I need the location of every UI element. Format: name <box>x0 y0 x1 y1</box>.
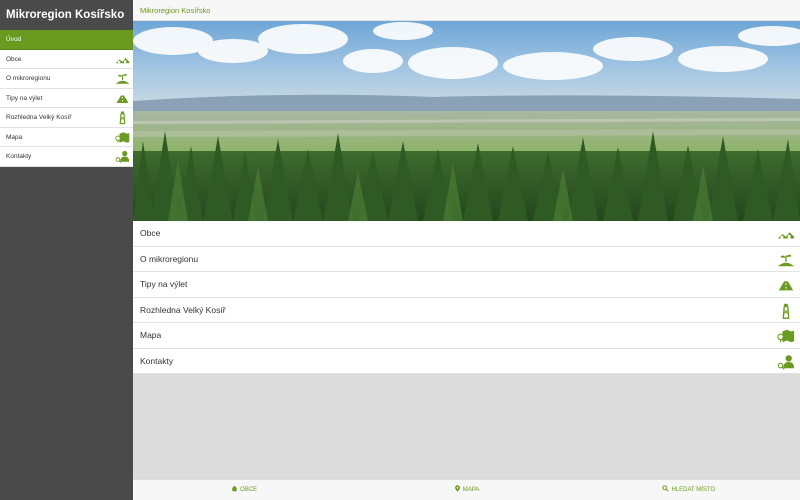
banner-image <box>133 21 800 221</box>
menu-item-label: Tipy na výlet <box>140 279 188 289</box>
sidebar-item-label: Mapa <box>6 133 23 141</box>
plant-hill-icon <box>777 254 795 266</box>
sidebar-item-o-mikroregionu[interactable]: O mikroregionu <box>0 69 133 89</box>
menu-item-label: Mapa <box>140 330 162 340</box>
sidebar-item-label: Kontakty <box>6 153 32 160</box>
road-icon <box>778 281 794 291</box>
menu-list: Obce O mikroregionu Tipy na výlet Rozhle… <box>133 221 800 374</box>
menu-item-mapa[interactable]: Mapa <box>133 323 800 349</box>
map-pin-icon <box>115 131 130 143</box>
sidebar-item-label: Úvod <box>6 36 22 43</box>
bottom-nav-label: OBCE <box>240 487 258 493</box>
bottom-nav-label: HLEDAT MÍSTO <box>671 487 716 493</box>
sidebar-item-obce[interactable]: Obce <box>0 49 133 69</box>
bottom-nav: OBCE MAPA HLEDAT MÍSTO <box>133 479 800 500</box>
menu-item-kontakty[interactable]: Kontakty <box>133 349 800 374</box>
menu-item-label: Obce <box>140 228 161 238</box>
plant-hill-icon <box>115 74 130 84</box>
sidebar-item-tipy-na-vylet[interactable]: Tipy na výlet <box>0 88 133 108</box>
road-icon <box>116 95 129 103</box>
sidebar-item-label: Rozhledna Velký Kosíř <box>6 114 72 121</box>
menu-item-label: Kontakty <box>140 355 174 366</box>
sidebar-app-title: Mikroregion Kosířsko <box>0 0 133 30</box>
page-title: Mikroregion Kosířsko <box>133 0 800 21</box>
menu-item-label: Rozhledna Velký Kosíř <box>140 304 226 315</box>
map-marker-icon <box>454 485 460 492</box>
sidebar: Mikroregion Kosířsko Úvod Obce O mikrore… <box>0 0 133 500</box>
sidebar-item-rozhledna[interactable]: Rozhledna Velký Kosíř <box>0 108 133 128</box>
sidebar-list: Úvod Obce O mikroregionu Tipy na výlet R… <box>0 30 133 167</box>
main-content: Mikroregion Kosířsko Obce O mikroregionu… <box>133 0 800 500</box>
landscape-forest-photo <box>133 21 800 221</box>
bottom-nav-obce[interactable]: OBCE <box>133 480 355 500</box>
menu-item-label: O mikroregionu <box>140 253 199 264</box>
lookout-tower-icon <box>782 303 790 319</box>
menu-item-rozhledna[interactable]: Rozhledna Velký Kosíř <box>133 298 800 323</box>
lookout-tower-icon <box>119 111 126 125</box>
menu-item-o-mikroregionu[interactable]: O mikroregionu <box>133 247 800 272</box>
bottom-nav-label: MAPA <box>462 487 480 493</box>
sidebar-item-label: Tipy na výlet <box>6 94 43 102</box>
village-houses-icon <box>777 232 795 239</box>
map-pin-icon <box>777 329 795 343</box>
sidebar-item-mapa[interactable]: Mapa <box>0 127 133 147</box>
bottom-nav-mapa[interactable]: MAPA <box>355 480 577 500</box>
search-icon <box>662 485 670 492</box>
contact-person-icon <box>777 354 795 370</box>
menu-item-tipy-na-vylet[interactable]: Tipy na výlet <box>133 272 800 298</box>
bottom-nav-hledat[interactable]: HLEDAT MÍSTO <box>578 480 800 500</box>
menu-item-obce[interactable]: Obce <box>133 221 800 247</box>
sidebar-item-label: O mikroregionu <box>6 75 51 82</box>
contact-person-icon <box>115 150 130 163</box>
village-houses-icon <box>115 57 130 63</box>
sidebar-item-label: Obce <box>6 55 22 63</box>
sidebar-item-uvod[interactable]: Úvod <box>0 30 133 50</box>
home-icon <box>231 485 238 492</box>
sidebar-item-kontakty[interactable]: Kontakty <box>0 147 133 167</box>
